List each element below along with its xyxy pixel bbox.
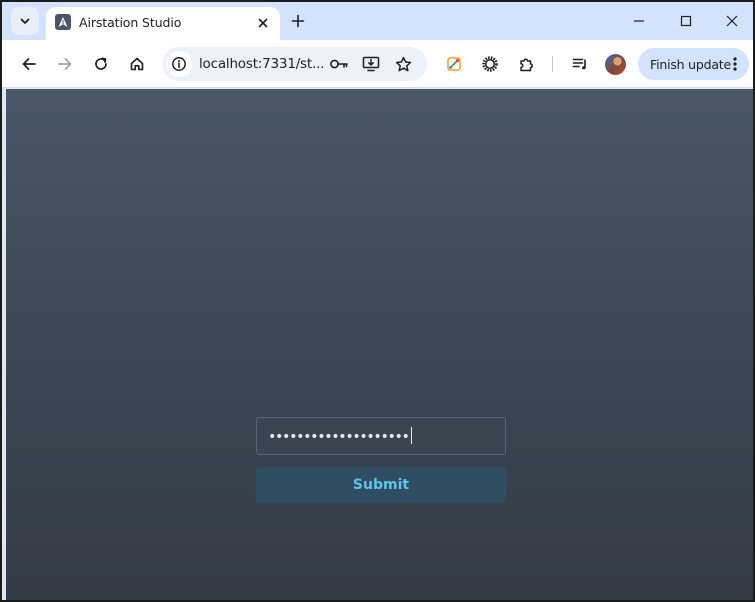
- reload-button[interactable]: [89, 52, 113, 76]
- key-icon: [330, 59, 348, 69]
- home-button[interactable]: [125, 52, 149, 76]
- minimize-button[interactable]: [628, 10, 650, 32]
- install-icon: [362, 56, 380, 72]
- info-icon: [172, 57, 186, 71]
- password-value: ••••••••••••••••••••: [268, 427, 412, 445]
- arrow-right-icon: [58, 58, 72, 70]
- chevron-down-icon: [20, 18, 30, 24]
- back-button[interactable]: [17, 52, 41, 76]
- extensions-button[interactable]: [514, 52, 538, 76]
- close-icon: [258, 18, 268, 28]
- arrow-left-icon: [22, 58, 36, 70]
- toolbar-separator: [552, 56, 553, 72]
- finish-update-label: Finish update: [650, 57, 731, 72]
- puzzle-icon: [519, 57, 533, 71]
- maximize-button[interactable]: [675, 10, 697, 32]
- browser-toolbar: localhost:7331/st... Finish update: [2, 40, 753, 88]
- submit-label: Submit: [352, 477, 410, 493]
- site-info-button[interactable]: [166, 51, 192, 77]
- page-content: •••••••••••••••••••• Submit: [6, 89, 753, 600]
- plus-icon: [291, 14, 305, 28]
- install-app-button[interactable]: [359, 52, 383, 76]
- close-icon: [726, 15, 738, 27]
- gear-extension-button[interactable]: [478, 52, 502, 76]
- tab-close-button[interactable]: [254, 14, 272, 32]
- tab-airstation-studio[interactable]: Airstation Studio: [46, 7, 280, 40]
- airstation-logo-icon: [55, 14, 71, 30]
- tab-title: Airstation Studio: [79, 15, 182, 30]
- tab-strip: Airstation Studio: [2, 2, 753, 40]
- address-bar[interactable]: localhost:7331/st...: [162, 47, 427, 81]
- new-tab-button[interactable]: [288, 11, 308, 31]
- url-text: localhost:7331/st...: [199, 56, 325, 72]
- password-manager-button[interactable]: [327, 52, 351, 76]
- minimize-icon: [634, 20, 644, 22]
- home-icon: [130, 57, 144, 71]
- password-input[interactable]: ••••••••••••••••••••: [256, 417, 506, 455]
- playlist-icon: [572, 58, 586, 70]
- color-picker-icon: [447, 57, 461, 71]
- maximize-icon: [680, 15, 692, 27]
- kebab-menu-icon[interactable]: [726, 54, 744, 74]
- bookmark-button[interactable]: [391, 52, 415, 76]
- profile-avatar[interactable]: [605, 54, 626, 75]
- finish-update-button[interactable]: Finish update: [638, 48, 749, 80]
- star-icon: [395, 56, 411, 71]
- color-picker-extension-button[interactable]: [442, 52, 466, 76]
- gear-icon: [482, 56, 498, 72]
- close-window-button[interactable]: [721, 10, 743, 32]
- reload-icon: [95, 57, 107, 70]
- tab-search-button[interactable]: [11, 7, 39, 35]
- browser-window: Airstation Studio localhost:7331/st... F…: [0, 0, 755, 602]
- text-caret: [410, 427, 412, 444]
- submit-button[interactable]: Submit: [256, 467, 506, 503]
- reading-list-button[interactable]: [568, 52, 592, 76]
- forward-button[interactable]: [53, 52, 77, 76]
